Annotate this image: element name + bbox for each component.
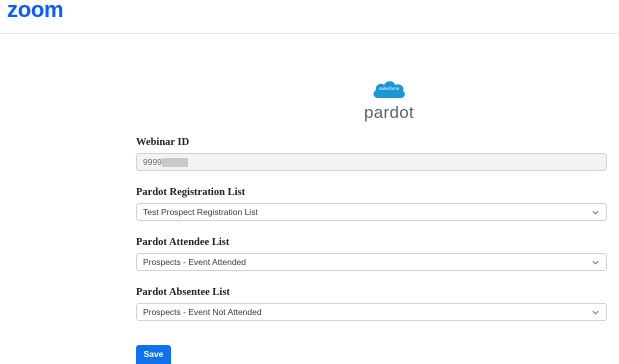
webinar-id-value: 9999 <box>143 157 162 167</box>
pardot-brand: salesforce pardot <box>339 78 439 123</box>
top-header: zoom <box>0 0 619 34</box>
registration-list-select[interactable]: Test Prospect Registration List <box>136 203 607 221</box>
redacted-block <box>161 158 188 167</box>
pardot-integration-page: zoom salesforce pardot Webinar ID 9999 P… <box>0 0 619 364</box>
save-button[interactable]: Save <box>136 345 171 364</box>
absentee-list-select[interactable]: Prospects - Event Not Attended <box>136 303 607 321</box>
zoom-logo[interactable]: zoom <box>7 0 64 23</box>
registration-list-label: Pardot Registration List <box>136 187 246 198</box>
chevron-down-icon <box>592 260 599 265</box>
registration-list-value: Test Prospect Registration List <box>143 207 258 217</box>
webinar-id-label: Webinar ID <box>136 137 190 148</box>
absentee-list-label: Pardot Absentee List <box>136 287 230 298</box>
chevron-down-icon <box>592 310 599 315</box>
attendee-list-value: Prospects - Event Attended <box>143 257 247 267</box>
chevron-down-icon <box>592 210 599 215</box>
salesforce-cloud-icon: salesforce <box>371 78 407 102</box>
salesforce-cloud-text: salesforce <box>378 86 400 91</box>
attendee-list-label: Pardot Attendee List <box>136 237 230 248</box>
absentee-list-value: Prospects - Event Not Attended <box>143 307 262 317</box>
attendee-list-select[interactable]: Prospects - Event Attended <box>136 253 607 271</box>
pardot-product-name: pardot <box>363 103 414 122</box>
webinar-id-field: 9999 <box>136 153 607 171</box>
